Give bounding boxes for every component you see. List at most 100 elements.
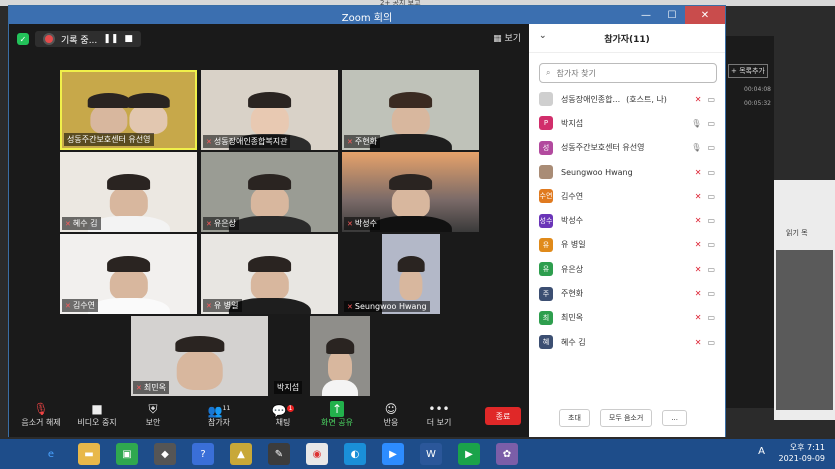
mic-off-icon[interactable]: ✕ [695, 338, 702, 347]
close-icon[interactable]: ✕ [685, 6, 725, 24]
participant-row[interactable]: 성수 박성수 ✕ ▭ [529, 208, 725, 232]
chrome-icon[interactable]: ◉ [306, 443, 328, 465]
search-input[interactable] [554, 67, 709, 79]
camera-icon[interactable]: ▭ [707, 119, 715, 128]
chat-label: 채팅 [275, 418, 291, 427]
word-icon[interactable]: W [420, 443, 442, 465]
participant-row[interactable]: 혜 혜수 김 ✕ ▭ [529, 330, 725, 354]
mic-off-icon[interactable]: ✕ [695, 168, 702, 177]
participant-video [250, 103, 289, 136]
minimize-icon[interactable]: — [633, 6, 659, 24]
participant-name: 박성수 [561, 215, 695, 226]
mute-button[interactable]: 🎙 음소거 해제 [11, 401, 71, 428]
mic-off-icon[interactable]: ✕ [695, 240, 702, 249]
invite-button[interactable]: 초대 [559, 409, 590, 427]
security-button[interactable]: ⛨ 보안 [123, 401, 183, 428]
camera-icon[interactable]: ▭ [707, 289, 715, 298]
participant-row[interactable]: Seungwoo Hwang ✕ ▭ [529, 160, 725, 184]
tile-label: ✕ 박성수 [344, 217, 380, 230]
camera-icon[interactable]: ▭ [707, 168, 715, 177]
mic-off-icon[interactable]: ✕ [695, 265, 702, 274]
end-meeting-button[interactable]: 종료 [485, 407, 521, 425]
view-button[interactable]: ▦ 보기 [493, 31, 521, 44]
stop-icon[interactable]: ■ [124, 34, 133, 44]
participant-row[interactable]: 수연 김수연 ✕ ▭ [529, 184, 725, 208]
mic-icon[interactable]: 🎙 [691, 143, 701, 152]
participant-row[interactable]: 유 유은상 ✕ ▭ [529, 257, 725, 281]
camera-icon[interactable]: ▭ [707, 240, 715, 249]
ie-icon[interactable]: e [40, 443, 62, 465]
participant-role: (호스트, 나) [626, 94, 667, 104]
edge-icon[interactable]: ◐ [344, 443, 366, 465]
mic-off-icon[interactable]: ✕ [695, 313, 702, 322]
chevron-down-icon[interactable]: ⌄ [539, 31, 547, 41]
app-icon[interactable]: ◆ [154, 443, 176, 465]
camera-icon[interactable]: ▭ [707, 216, 715, 225]
mic-icon[interactable]: 🎙 [691, 119, 701, 128]
camera-icon[interactable]: ▭ [707, 192, 715, 201]
more-options-button[interactable]: ... [662, 410, 688, 426]
mic-off-icon[interactable]: ✕ [695, 289, 702, 298]
participant-row[interactable]: 성 성동주간보호센터 유선영 🎙 ▭ [529, 136, 725, 160]
participant-row[interactable]: P 박지섭 🎙 ▭ [529, 111, 725, 135]
mic-off-icon[interactable]: ✕ [695, 95, 702, 104]
camera-icon[interactable]: ▭ [707, 143, 715, 152]
pause-icon[interactable]: ❚❚ [103, 34, 118, 44]
video-tile[interactable]: 박지섭 [272, 316, 409, 396]
participant-row[interactable]: 주 주현화 ✕ ▭ [529, 281, 725, 305]
video-tile[interactable]: ✕ 유은상 [201, 152, 338, 232]
muted-mic-icon: ✕ [206, 219, 212, 228]
participant-hair [247, 256, 292, 273]
folder-icon[interactable]: ▬ [78, 443, 100, 465]
more-button[interactable]: ••• 더 보기 [409, 401, 469, 428]
video-tile[interactable]: ✕ 주현화 [342, 70, 479, 150]
shield-icon[interactable]: ✓ [17, 33, 29, 45]
video-tile[interactable]: ✕ 최민옥 [131, 316, 268, 396]
video-tile[interactable]: ✕ 유 병일 [201, 234, 338, 314]
participant-name-text: 박지섭 [561, 118, 584, 128]
camera-icon[interactable]: ▭ [707, 265, 715, 274]
participant-row[interactable]: 성동장애인종합... (호스트, 나) ✕ ▭ [529, 87, 725, 111]
help-icon[interactable]: ? [192, 443, 214, 465]
video-tile[interactable]: ✕ Seungwoo Hwang [342, 234, 479, 314]
participant-hair [106, 174, 151, 191]
system-tray[interactable]: A 오후 7:11 2021-09-09 [758, 442, 825, 464]
window-titlebar[interactable]: Zoom 회의 — ☐ ✕ [9, 6, 725, 24]
participants-panel: ⌄ 참가자(11) ⌕ 성동장애인종합...(호스트, 나)✕▭P박지섭🎙▭성성… [529, 24, 725, 437]
participant-row[interactable]: 최 최민옥 ✕ ▭ [529, 306, 725, 330]
share-screen-button[interactable]: ↑ 화면 공유 [307, 401, 367, 428]
video-tile[interactable]: ✕ 혜수 김 [60, 152, 197, 232]
tile-name: 최민옥 [143, 383, 166, 392]
mic-off-icon[interactable]: ✕ [695, 216, 702, 225]
store-icon[interactable]: ▣ [116, 443, 138, 465]
app3-icon[interactable]: ✎ [268, 443, 290, 465]
video-tile[interactable]: ✕ 김수연 [60, 234, 197, 314]
video-button[interactable]: ■ 비디오 중지 [67, 401, 127, 428]
participant-avatar: 유 [539, 262, 553, 277]
video-tile[interactable]: ✕ 성동장애인종합복지관 [201, 70, 338, 150]
participant-search[interactable]: ⌕ [539, 63, 717, 83]
mute-all-button[interactable]: 모두 음소거 [599, 409, 653, 427]
view-label: 보기 [504, 34, 521, 44]
participant-hair [174, 336, 225, 352]
mic-off-icon: 🎙 [33, 402, 49, 416]
add-list-button[interactable]: + 목록추가 [728, 64, 768, 78]
camera-icon[interactable]: ▭ [707, 95, 715, 104]
tile-label: 성동주간보호센터 유선영 [64, 133, 154, 146]
tile-name: 김수연 [72, 301, 95, 310]
video-tile[interactable]: ✕ 박성수 [342, 152, 479, 232]
maximize-icon[interactable]: ☐ [659, 6, 685, 24]
mic-off-icon[interactable]: ✕ [695, 192, 702, 201]
participant-avatar [539, 92, 553, 107]
zoom-icon[interactable]: ▶ [382, 443, 404, 465]
paint-icon[interactable]: ✿ [496, 443, 518, 465]
app4-icon[interactable]: ▶ [458, 443, 480, 465]
camera-icon[interactable]: ▭ [707, 313, 715, 322]
camera-icon[interactable]: ▭ [707, 338, 715, 347]
app2-icon[interactable]: ▲ [230, 443, 252, 465]
chat-button[interactable]: 💬 1 채팅 [253, 401, 313, 428]
participants-button[interactable]: 👥11 참가자 [189, 401, 249, 428]
video-tile[interactable]: 성동주간보호센터 유선영 [60, 70, 197, 150]
participant-row[interactable]: 유유 병일 ✕ ▭ [529, 233, 725, 257]
tile-label: ✕ 성동장애인종합복지관 [203, 135, 291, 148]
